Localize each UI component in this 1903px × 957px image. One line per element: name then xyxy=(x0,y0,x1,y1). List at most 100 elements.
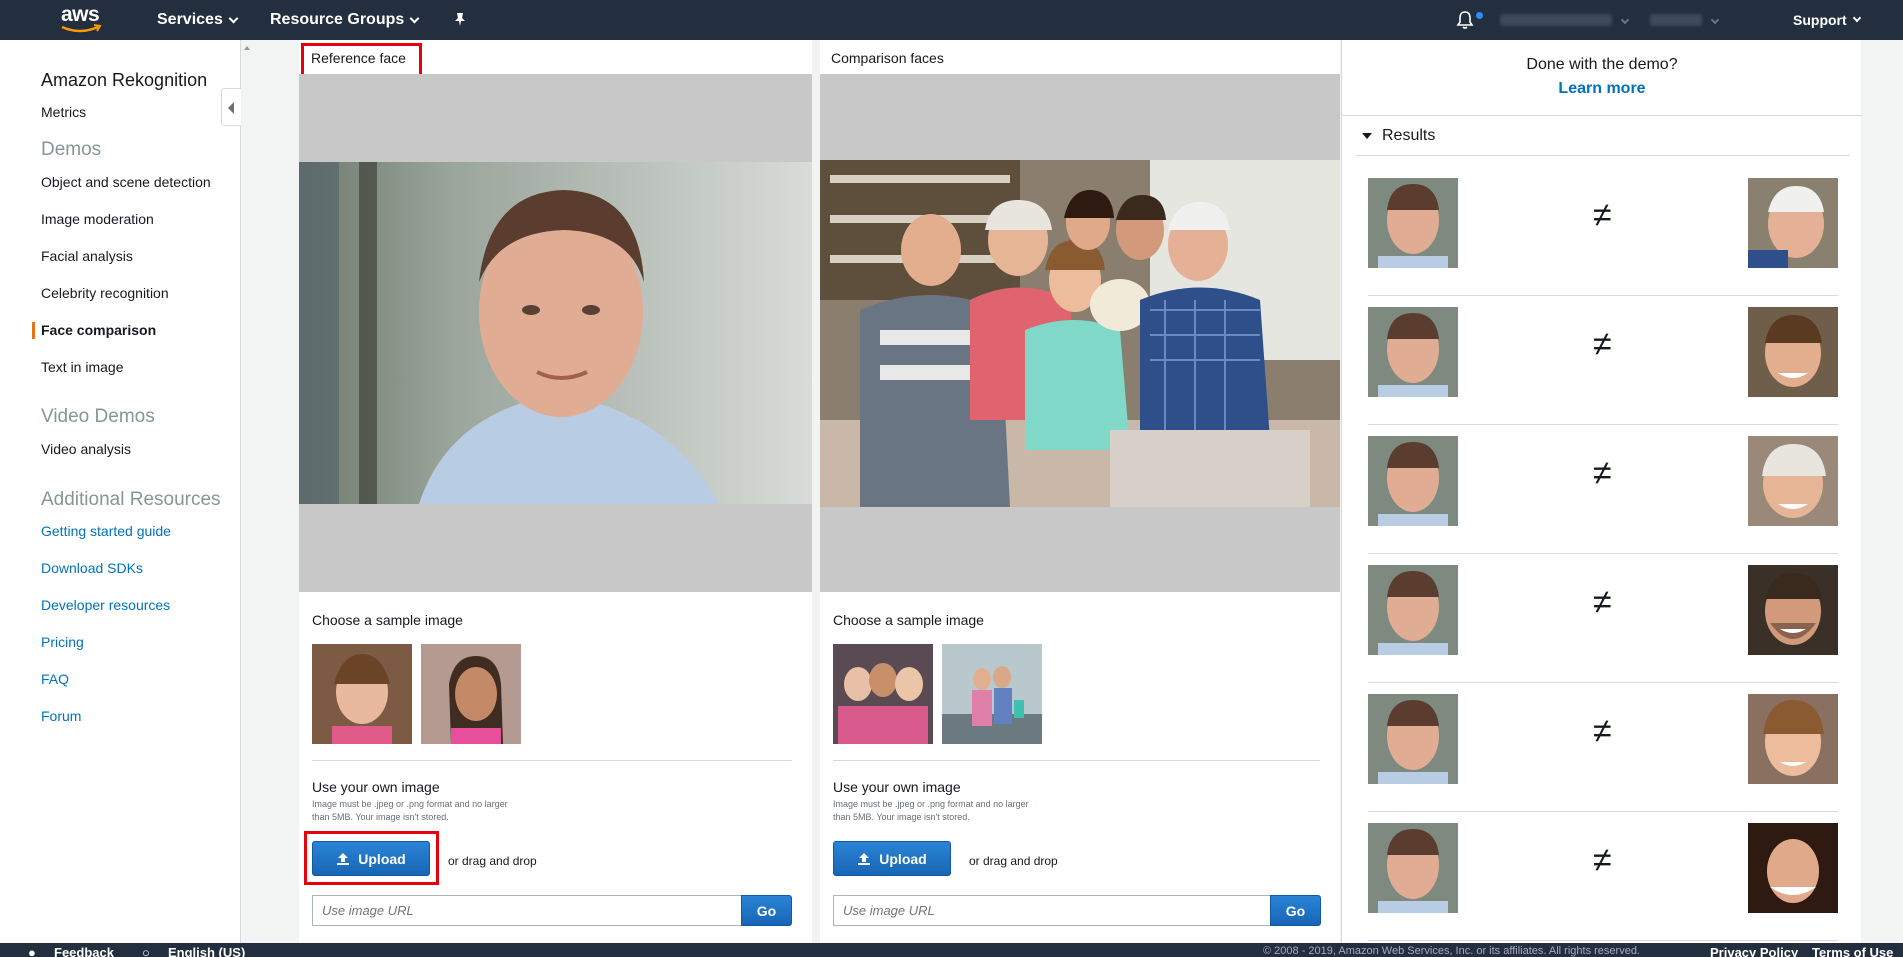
comparison-photo xyxy=(820,160,1340,507)
services-menu[interactable]: Services xyxy=(157,11,239,29)
account-menu-redacted[interactable] xyxy=(1500,14,1612,26)
results-panel: Done with the demo? Learn more Results ≠… xyxy=(1341,40,1862,943)
comparison-upload-button[interactable]: Upload xyxy=(833,841,951,876)
chevron-down-icon xyxy=(1620,15,1630,25)
terms-of-use-link[interactable]: Terms of Use xyxy=(1812,945,1893,957)
reference-upload-label: Upload xyxy=(358,850,406,867)
support-menu[interactable]: Support xyxy=(1793,12,1861,28)
result-row: ≠ xyxy=(1368,297,1838,425)
chevron-down-icon xyxy=(1852,13,1861,23)
results-heading: Results xyxy=(1382,127,1436,144)
upload-icon xyxy=(858,852,871,865)
sidebar-link-faq[interactable]: FAQ xyxy=(41,671,69,687)
results-heading-divider xyxy=(1356,155,1850,156)
aws-logo[interactable]: aws xyxy=(58,3,108,34)
sidebar-section-additional-resources: Additional Resources xyxy=(41,489,221,510)
reference-own-image-note: Image must be .jpeg or .png format and n… xyxy=(312,799,508,822)
sidebar: Amazon Rekognition Metrics Demos Object … xyxy=(0,40,241,943)
sidebar-item-face-comparison[interactable]: Face comparison xyxy=(41,322,156,338)
notification-badge xyxy=(1476,12,1483,19)
chevron-left-icon xyxy=(228,102,234,114)
reference-sample-thumbnail-2[interactable] xyxy=(421,644,521,744)
reference-sample-thumbnail-1[interactable] xyxy=(312,644,412,744)
reference-divider xyxy=(312,760,792,761)
resource-groups-label: Resource Groups xyxy=(270,11,405,28)
comparison-divider xyxy=(833,760,1320,761)
privacy-policy-link[interactable]: Privacy Policy xyxy=(1710,945,1798,957)
sidebar-item-celebrity-recognition[interactable]: Celebrity recognition xyxy=(41,285,169,301)
reference-own-image-title: Use your own image xyxy=(312,779,440,795)
comparison-go-button[interactable]: Go xyxy=(1270,895,1321,926)
chevron-down-icon xyxy=(409,13,420,23)
scroll-up-icon xyxy=(244,46,250,50)
sidebar-link-download-sdks[interactable]: Download SDKs xyxy=(41,560,143,576)
result-row: ≠ xyxy=(1368,168,1838,296)
reference-drag-drop-text: or drag and drop xyxy=(448,854,537,868)
collapse-sidebar-button[interactable] xyxy=(221,88,241,126)
language-selector[interactable]: English (US) xyxy=(168,945,245,957)
sidebar-link-developer-resources[interactable]: Developer resources xyxy=(41,597,170,613)
chat-bubble-icon: ● xyxy=(28,945,36,957)
feedback-link[interactable]: Feedback xyxy=(54,945,114,957)
reference-face-crop xyxy=(1368,694,1458,784)
sidebar-link-pricing[interactable]: Pricing xyxy=(41,634,84,650)
result-row: ≠ xyxy=(1368,555,1838,683)
sidebar-link-forum[interactable]: Forum xyxy=(41,708,81,724)
comparison-face-crop xyxy=(1748,436,1838,526)
comparison-face-crop xyxy=(1748,178,1838,268)
sidebar-item-image-moderation[interactable]: Image moderation xyxy=(41,211,154,227)
comparison-face-crop xyxy=(1748,565,1838,655)
chevron-down-icon xyxy=(1710,15,1720,25)
upload-icon xyxy=(337,852,350,865)
pin-icon[interactable] xyxy=(452,11,468,32)
region-menu-redacted[interactable] xyxy=(1650,14,1702,26)
sidebar-link-getting-started[interactable]: Getting started guide xyxy=(41,523,171,539)
result-row: ≠ xyxy=(1368,684,1838,812)
reference-photo xyxy=(299,162,812,504)
learn-more-link[interactable]: Learn more xyxy=(1342,80,1862,98)
reference-image-url-input[interactable] xyxy=(312,895,742,926)
comparison-own-image-note: Image must be .jpeg or .png format and n… xyxy=(833,799,1029,822)
comparison-image-url-input[interactable] xyxy=(833,895,1271,926)
copyright-text: © 2008 - 2019, Amazon Web Services, Inc.… xyxy=(1263,945,1640,957)
comparison-faces-label: Comparison faces xyxy=(831,50,944,66)
caret-down-icon xyxy=(1362,133,1372,139)
comparison-face-crop xyxy=(1748,307,1838,397)
comparison-face-crop xyxy=(1748,694,1838,784)
globe-icon: ○ xyxy=(142,945,150,957)
results-divider xyxy=(1342,115,1862,116)
sidebar-title: Amazon Rekognition xyxy=(41,70,208,90)
result-row: ≠ xyxy=(1368,426,1838,554)
support-label: Support xyxy=(1793,12,1847,28)
top-navigation-bar: aws Services Resource Groups Support xyxy=(0,0,1903,40)
bell-icon[interactable] xyxy=(1456,10,1474,35)
reference-upload-button[interactable]: Upload xyxy=(312,841,430,876)
not-equal-icon: ≠ xyxy=(1593,325,1612,363)
resource-groups-menu[interactable]: Resource Groups xyxy=(270,11,420,29)
not-equal-icon: ≠ xyxy=(1593,583,1612,621)
comparison-own-image-title: Use your own image xyxy=(833,779,961,795)
comparison-choose-sample-label: Choose a sample image xyxy=(833,612,984,628)
highlight-box xyxy=(301,43,422,77)
comparison-face-crop xyxy=(1748,823,1838,913)
comparison-drag-drop-text: or drag and drop xyxy=(969,854,1058,868)
services-label: Services xyxy=(157,11,223,28)
results-toggle[interactable]: Results xyxy=(1362,127,1435,145)
sidebar-scrollbar[interactable] xyxy=(241,40,253,943)
not-equal-icon: ≠ xyxy=(1593,454,1612,492)
reference-go-button[interactable]: Go xyxy=(741,895,792,926)
sidebar-item-object-scene-detection[interactable]: Object and scene detection xyxy=(41,174,211,190)
active-item-marker xyxy=(32,322,35,339)
not-equal-icon: ≠ xyxy=(1593,712,1612,750)
comparison-sample-thumbnail-2[interactable] xyxy=(942,644,1042,744)
comparison-sample-thumbnail-1[interactable] xyxy=(833,644,933,744)
result-row: ≠ xyxy=(1368,813,1838,941)
sidebar-item-facial-analysis[interactable]: Facial analysis xyxy=(41,248,133,264)
reference-face-crop xyxy=(1368,436,1458,526)
sidebar-item-text-in-image[interactable]: Text in image xyxy=(41,359,123,375)
sidebar-section-demos: Demos xyxy=(41,139,102,160)
chevron-down-icon xyxy=(228,13,239,23)
sidebar-item-metrics[interactable]: Metrics xyxy=(41,104,86,120)
sidebar-item-video-analysis[interactable]: Video analysis xyxy=(41,441,131,457)
reference-face-crop xyxy=(1368,307,1458,397)
